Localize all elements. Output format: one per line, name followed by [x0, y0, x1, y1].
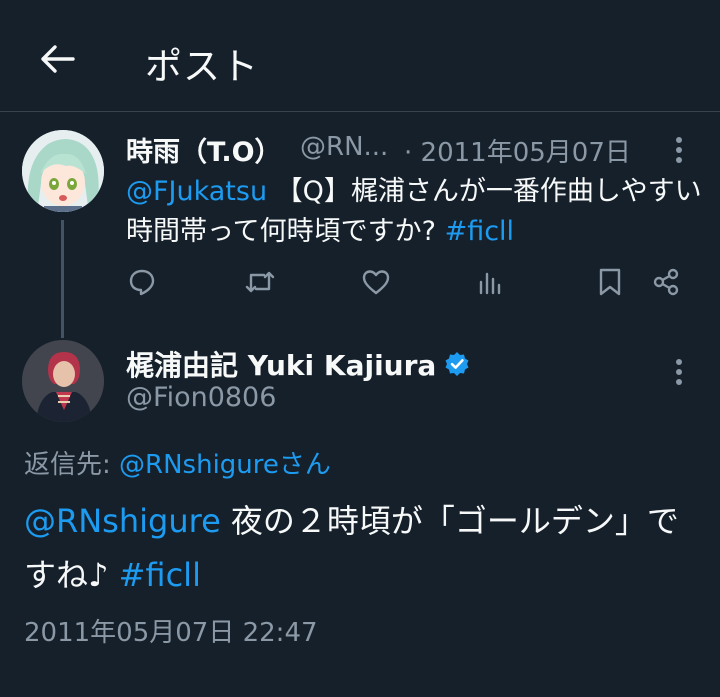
verified-badge-icon[interactable] [444, 351, 470, 377]
back-button[interactable] [34, 36, 80, 82]
avatar[interactable] [22, 340, 104, 422]
action-bar [126, 262, 696, 302]
hashtag-link[interactable]: #ficll [119, 556, 201, 594]
page-title: ポスト [145, 45, 259, 88]
share-icon [651, 267, 681, 297]
reply-icon [127, 267, 157, 297]
author-name[interactable]: 梶浦由記 Yuki Kajiura [126, 344, 470, 384]
author-name[interactable]: 時雨（T.O） [126, 130, 282, 169]
like-button[interactable] [356, 262, 396, 302]
mention-link[interactable]: @RNshigure [24, 502, 221, 540]
hashtag-link[interactable]: #ficll [445, 216, 514, 247]
replying-to: 返信先: @RNshigureさん [24, 444, 331, 481]
header-divider [0, 111, 720, 112]
bookmark-icon [597, 267, 623, 297]
share-button[interactable] [646, 262, 686, 302]
author-handle[interactable]: @RN... [300, 132, 388, 162]
more-button[interactable] [664, 130, 694, 170]
post-text: @RNshigure 夜の２時頃が「ゴールデン」ですね♪ #ficll [24, 494, 684, 602]
like-icon [361, 268, 391, 296]
views-button[interactable] [470, 262, 510, 302]
post-detail-screen: ポスト 時雨（T.O） @RN... · 2011年05月07日 @FJukat… [0, 0, 720, 697]
mention-link[interactable]: @FJukatsu [126, 176, 267, 207]
reply-button[interactable] [122, 262, 162, 302]
top-bar: ポスト [0, 0, 720, 112]
more-vertical-icon [675, 359, 683, 385]
post-text: @FJukatsu 【Q】梶浦さんが一番作曲しやすい時間帯って何時頃ですか? #… [126, 172, 706, 252]
reply-user-link[interactable]: @RNshigureさん [119, 450, 331, 480]
reply-prefix: 返信先: [24, 450, 120, 480]
author-display-name: 梶浦由記 Yuki Kajiura [126, 349, 437, 382]
retweet-button[interactable] [240, 262, 280, 302]
post-date: · 2011年05月07日 [404, 138, 631, 168]
back-arrow-icon [39, 44, 75, 74]
post-timestamp[interactable]: 2011年05月07日 22:47 [24, 612, 318, 649]
more-vertical-icon [675, 137, 683, 163]
bookmark-button[interactable] [590, 262, 630, 302]
retweet-icon [244, 267, 276, 297]
avatar[interactable] [22, 130, 104, 212]
views-icon [476, 268, 504, 296]
thread-connector [61, 220, 64, 338]
more-button[interactable] [664, 352, 694, 392]
author-handle[interactable]: @Fion0806 [126, 382, 276, 413]
